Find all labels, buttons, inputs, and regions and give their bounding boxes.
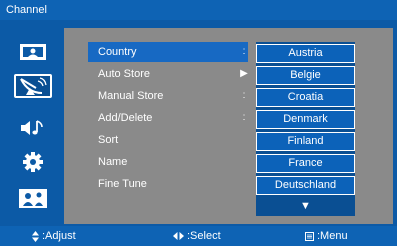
left-right-arrow-icon — [173, 232, 184, 240]
menu-item-manual-store[interactable]: Manual Store : — [88, 86, 248, 106]
satellite-dish-icon — [20, 77, 47, 95]
menu-item-marker: : — [242, 46, 246, 57]
menu-item-label: Add/Delete — [98, 112, 153, 124]
adjust-hint: :Adjust — [32, 226, 76, 246]
menu-item-label: Name — [98, 156, 128, 168]
picture-icon — [20, 44, 46, 60]
settings-gear-icon — [23, 152, 43, 172]
sound-icon — [21, 120, 43, 135]
menu-item-marker: ▶ — [240, 68, 248, 79]
menu-item-auto-store[interactable]: Auto Store ▶ — [88, 64, 248, 84]
menu-item-name[interactable]: Name — [88, 152, 248, 172]
menu-item-sort[interactable]: Sort — [88, 130, 248, 150]
menu-item-label: Fine Tune — [98, 178, 147, 190]
menu-item-label: Auto Store — [98, 68, 150, 80]
sidebar-item-lock[interactable] — [14, 186, 52, 210]
up-down-arrow-icon — [32, 230, 39, 242]
menu-item-label: Manual Store — [98, 90, 164, 102]
adjust-hint-label: :Adjust — [42, 230, 76, 242]
menu-item-add-delete[interactable]: Add/Delete : — [88, 108, 248, 128]
sidebar-item-picture[interactable] — [14, 40, 52, 64]
parental-lock-icon — [19, 189, 47, 208]
status-bar: :Adjust :Select :Menu — [0, 226, 397, 246]
menu-item-marker: : — [242, 90, 246, 101]
country-option[interactable]: Austria — [256, 44, 355, 63]
country-option[interactable]: Deutschland — [256, 176, 355, 195]
menu-hint-label: :Menu — [317, 230, 348, 242]
menu-item-marker: : — [242, 112, 246, 123]
country-option[interactable]: Denmark — [256, 110, 355, 129]
menu-hint: :Menu — [305, 226, 348, 246]
country-option[interactable]: France — [256, 154, 355, 173]
menu-item-label: Country — [98, 46, 137, 58]
sidebar-item-channel[interactable] — [14, 74, 52, 98]
channel-menu: Country : Auto Store ▶ Manual Store : Ad… — [88, 40, 248, 200]
select-hint-label: :Select — [187, 230, 221, 242]
country-option[interactable]: Belgie — [256, 66, 355, 85]
menu-item-fine-tune[interactable]: Fine Tune — [88, 174, 248, 194]
menu-item-label: Sort — [98, 134, 119, 146]
country-option-list: Austria Belgie Croatia Denmark Finland F… — [256, 42, 355, 216]
channel-menu-screen: Channel Country: Auto Store ▶ Manual St… — [0, 0, 397, 246]
menu-button-icon — [305, 231, 314, 241]
window-title: Channel — [0, 0, 397, 20]
country-option[interactable]: Finland — [256, 132, 355, 151]
scroll-down-icon[interactable]: ▼ — [256, 196, 355, 216]
country-option[interactable]: Croatia — [256, 88, 355, 107]
select-hint: :Select — [173, 226, 221, 246]
menu-item-country[interactable]: Country : — [88, 42, 248, 62]
sidebar-item-sound[interactable] — [14, 116, 52, 140]
sidebar-item-settings[interactable] — [14, 150, 52, 174]
